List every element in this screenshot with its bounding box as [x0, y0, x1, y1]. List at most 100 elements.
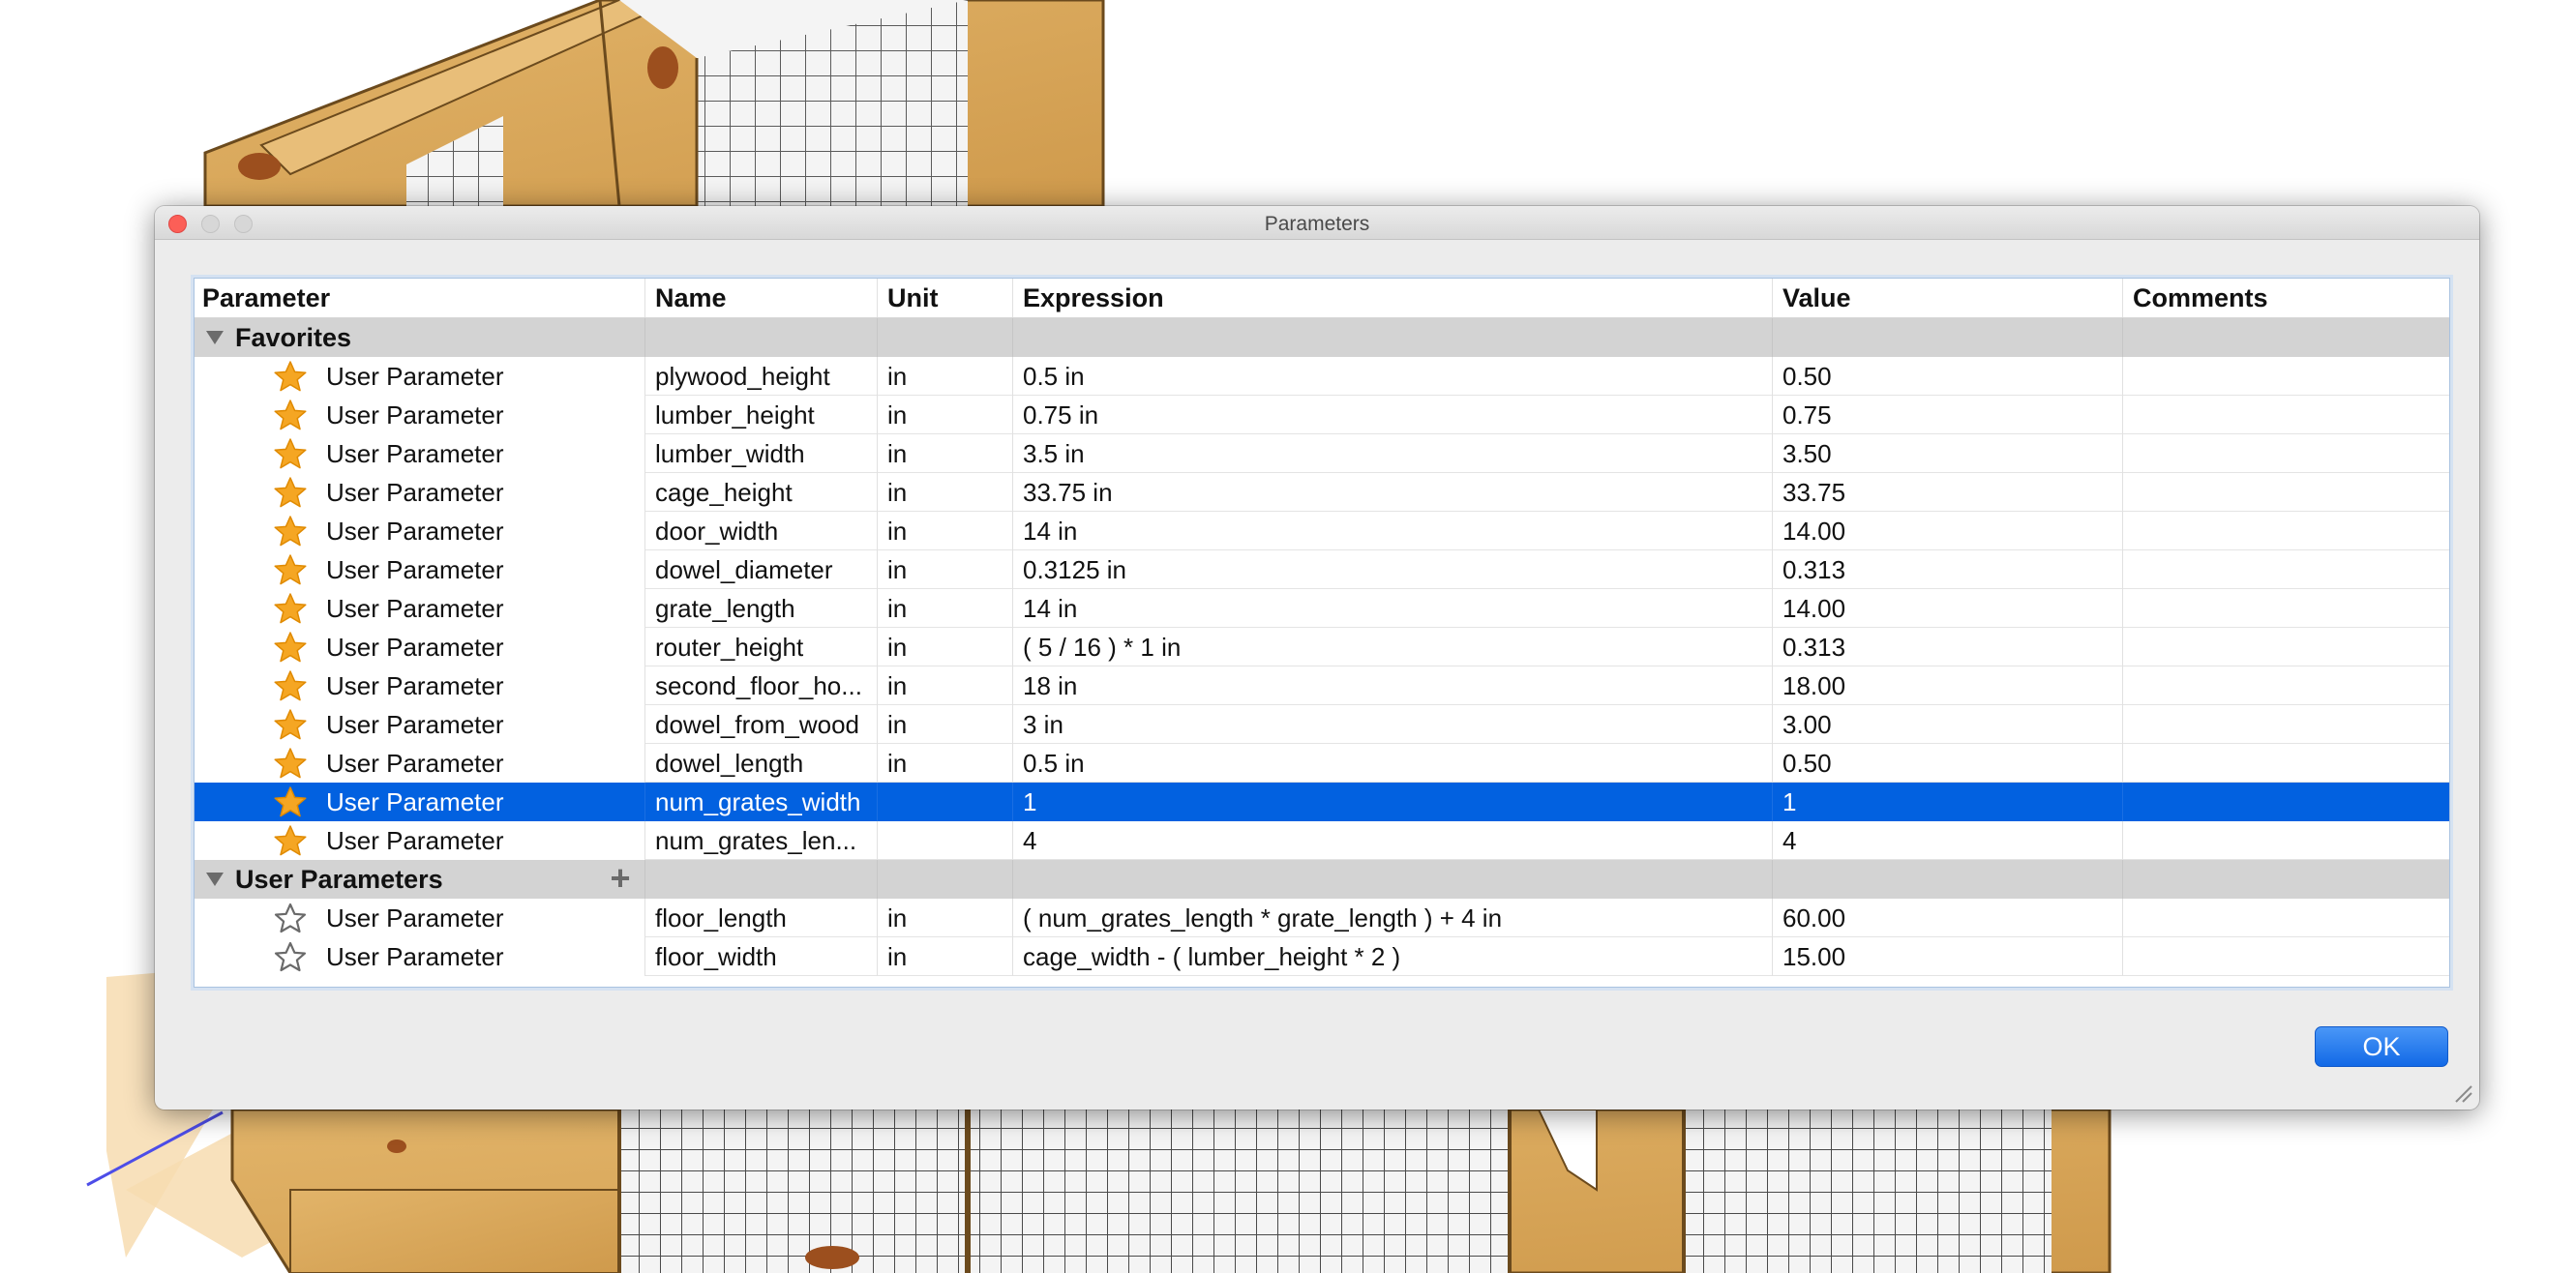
- table-row[interactable]: User Parameter dowel_diameter in 0.3125 in 0…: [195, 550, 2449, 589]
- parameter-expression-cell[interactable]: 0.5 in: [1012, 357, 1772, 396]
- plus-icon[interactable]: +: [601, 860, 640, 899]
- group-row-1[interactable]: User Parameters +: [195, 860, 2449, 899]
- parameter-expression-cell[interactable]: 33.75 in: [1012, 473, 1772, 512]
- parameter-expression-cell[interactable]: 3 in: [1012, 705, 1772, 744]
- group-row-0[interactable]: Favorites: [195, 318, 2449, 357]
- star-filled-icon[interactable]: [274, 708, 307, 741]
- parameter-expression-cell[interactable]: 0.75 in: [1012, 396, 1772, 434]
- column-header-comments[interactable]: Comments: [2122, 279, 2449, 317]
- table-row[interactable]: User Parameter router_height in( 5 / 16 ) …: [195, 628, 2449, 666]
- parameter-expression-cell[interactable]: cage_width - ( lumber_height * 2 ): [1012, 937, 1772, 976]
- parameter-comments-cell[interactable]: [2122, 550, 2449, 589]
- parameter-unit-cell[interactable]: in: [877, 899, 1012, 937]
- table-row[interactable]: User Parameter lumber_height in 0.75 in 0.75: [195, 396, 2449, 434]
- parameter-expression-cell[interactable]: 4: [1012, 821, 1772, 860]
- parameter-name-cell[interactable]: num_grates_len...: [644, 821, 877, 860]
- parameter-comments-cell[interactable]: [2122, 473, 2449, 512]
- parameter-comments-cell[interactable]: [2122, 512, 2449, 550]
- parameter-name-cell[interactable]: floor_length: [644, 899, 877, 937]
- column-header-unit[interactable]: Unit: [877, 279, 1012, 317]
- parameter-comments-cell[interactable]: [2122, 899, 2449, 937]
- parameter-unit-cell[interactable]: [877, 783, 1012, 821]
- parameter-expression-cell[interactable]: 1: [1012, 783, 1772, 821]
- parameter-comments-cell[interactable]: [2122, 821, 2449, 860]
- parameter-name-cell[interactable]: door_width: [644, 512, 877, 550]
- parameter-cell[interactable]: User Parameter: [195, 473, 644, 512]
- parameter-comments-cell[interactable]: [2122, 744, 2449, 783]
- parameter-cell[interactable]: User Parameter: [195, 589, 644, 628]
- parameters-table[interactable]: Parameter Name Unit Expression Value Com…: [194, 278, 2450, 988]
- table-row[interactable]: User Parameter cage_height in 33.75 in 33.75: [195, 473, 2449, 512]
- parameter-expression-cell[interactable]: ( num_grates_length * grate_length ) + 4…: [1012, 899, 1772, 937]
- disclosure-triangle-icon[interactable]: [206, 873, 224, 886]
- disclosure-triangle-icon[interactable]: [206, 331, 224, 344]
- star-filled-icon[interactable]: [274, 360, 307, 393]
- parameter-name-cell[interactable]: num_grates_width: [644, 783, 877, 821]
- parameter-unit-cell[interactable]: in: [877, 434, 1012, 473]
- parameter-unit-cell[interactable]: in: [877, 937, 1012, 976]
- star-filled-icon[interactable]: [274, 399, 307, 431]
- table-row[interactable]: User Parameter dowel_length in 0.5 in 0.50: [195, 744, 2449, 783]
- parameter-comments-cell[interactable]: [2122, 783, 2449, 821]
- parameter-unit-cell[interactable]: in: [877, 589, 1012, 628]
- parameter-cell[interactable]: User Parameter: [195, 512, 644, 550]
- parameter-cell[interactable]: User Parameter: [195, 821, 644, 860]
- parameter-unit-cell[interactable]: in: [877, 473, 1012, 512]
- parameter-expression-cell[interactable]: 14 in: [1012, 512, 1772, 550]
- column-header-expression[interactable]: Expression: [1012, 279, 1772, 317]
- column-header-value[interactable]: Value: [1772, 279, 2122, 317]
- parameter-comments-cell[interactable]: [2122, 666, 2449, 705]
- parameter-expression-cell[interactable]: 18 in: [1012, 666, 1772, 705]
- parameter-expression-cell[interactable]: 0.5 in: [1012, 744, 1772, 783]
- star-filled-icon[interactable]: [274, 515, 307, 548]
- parameter-comments-cell[interactable]: [2122, 937, 2449, 976]
- parameter-unit-cell[interactable]: in: [877, 357, 1012, 396]
- parameter-expression-cell[interactable]: 14 in: [1012, 589, 1772, 628]
- ok-button[interactable]: OK: [2315, 1026, 2448, 1067]
- star-filled-icon[interactable]: [274, 476, 307, 509]
- parameter-name-cell[interactable]: cage_height: [644, 473, 877, 512]
- table-row[interactable]: User Parameter door_width in 14 in 14.00: [195, 512, 2449, 550]
- parameter-comments-cell[interactable]: [2122, 628, 2449, 666]
- parameter-name-cell[interactable]: grate_length: [644, 589, 877, 628]
- parameter-comments-cell[interactable]: [2122, 357, 2449, 396]
- table-row[interactable]: User Parameter plywood_height in 0.5 in 0.50: [195, 357, 2449, 396]
- parameter-cell[interactable]: User Parameter: [195, 550, 644, 589]
- star-filled-icon[interactable]: [274, 747, 307, 780]
- parameter-cell[interactable]: User Parameter: [195, 937, 644, 976]
- parameter-cell[interactable]: User Parameter: [195, 396, 644, 434]
- table-row[interactable]: User Parameter grate_length in 14 in 14.00: [195, 589, 2449, 628]
- star-filled-icon[interactable]: [274, 785, 307, 818]
- column-header-name[interactable]: Name: [644, 279, 877, 317]
- parameter-name-cell[interactable]: dowel_from_wood: [644, 705, 877, 744]
- parameter-cell[interactable]: User Parameter: [195, 899, 644, 937]
- star-outline-icon[interactable]: [274, 940, 307, 973]
- resize-grip-icon[interactable]: [2452, 1082, 2473, 1104]
- parameter-name-cell[interactable]: second_floor_ho...: [644, 666, 877, 705]
- star-filled-icon[interactable]: [274, 553, 307, 586]
- parameter-unit-cell[interactable]: in: [877, 744, 1012, 783]
- parameter-name-cell[interactable]: lumber_height: [644, 396, 877, 434]
- parameter-cell[interactable]: User Parameter: [195, 666, 644, 705]
- parameter-unit-cell[interactable]: in: [877, 628, 1012, 666]
- table-row[interactable]: User Parameter num_grates_width 1 1: [195, 783, 2449, 821]
- parameter-name-cell[interactable]: router_height: [644, 628, 877, 666]
- parameter-cell[interactable]: User Parameter: [195, 744, 644, 783]
- parameter-name-cell[interactable]: plywood_height: [644, 357, 877, 396]
- parameter-unit-cell[interactable]: in: [877, 512, 1012, 550]
- parameter-unit-cell[interactable]: in: [877, 705, 1012, 744]
- parameter-comments-cell[interactable]: [2122, 396, 2449, 434]
- parameter-comments-cell[interactable]: [2122, 705, 2449, 744]
- parameter-expression-cell[interactable]: 3.5 in: [1012, 434, 1772, 473]
- parameter-cell[interactable]: User Parameter: [195, 434, 644, 473]
- star-filled-icon[interactable]: [274, 631, 307, 664]
- column-header-parameter[interactable]: Parameter: [195, 279, 644, 317]
- star-filled-icon[interactable]: [274, 669, 307, 702]
- table-row[interactable]: User Parameter second_floor_ho... in 18 in 1…: [195, 666, 2449, 705]
- parameter-unit-cell[interactable]: in: [877, 396, 1012, 434]
- table-row[interactable]: User Parameter lumber_width in 3.5 in 3.50: [195, 434, 2449, 473]
- parameter-comments-cell[interactable]: [2122, 434, 2449, 473]
- parameter-name-cell[interactable]: dowel_length: [644, 744, 877, 783]
- parameter-expression-cell[interactable]: 0.3125 in: [1012, 550, 1772, 589]
- parameter-name-cell[interactable]: dowel_diameter: [644, 550, 877, 589]
